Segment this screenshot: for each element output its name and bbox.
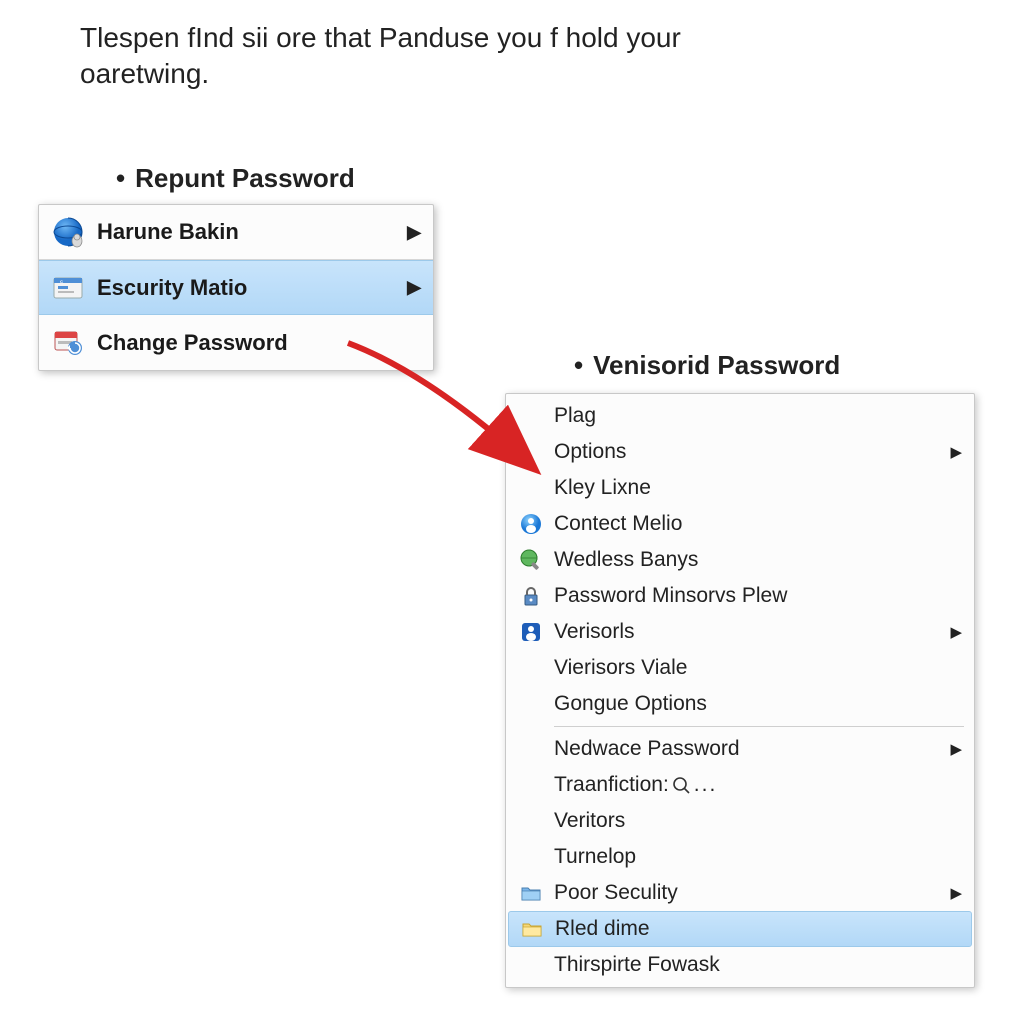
menu2-item-rled-dime[interactable]: Rled dime	[508, 911, 972, 947]
globe-person-icon	[49, 213, 87, 251]
submenu-arrow-icon: ▶	[407, 222, 421, 243]
blank-icon	[516, 401, 546, 431]
submenu-arrow-icon: ▶	[950, 740, 962, 758]
menu2-item-label: Thirspirte Fowask	[554, 953, 720, 977]
menu2-item-wedless-banys[interactable]: Wedless Banys	[508, 542, 972, 578]
menu2-item-label: Veritors	[554, 809, 625, 833]
menu2-item-options[interactable]: Options ▶	[508, 434, 972, 470]
menu2-item-label: Rled dime	[555, 917, 650, 941]
menu2-item-traanfiction[interactable]: Traanfiction: ...	[508, 767, 972, 803]
blank-icon	[516, 734, 546, 764]
menu2-item-label: Vierisors Viale	[554, 656, 687, 680]
menu2-item-label: Plag	[554, 404, 596, 428]
submenu-arrow-icon: ▶	[950, 443, 962, 461]
menu-repunt-password: Harune Bakin ▶ C Escurity Matio ▶	[38, 204, 434, 371]
blank-icon	[516, 806, 546, 836]
menu1-item-label: Harune Bakin	[97, 219, 239, 245]
menu1-item-change-password[interactable]: Change Password	[39, 315, 433, 370]
blank-icon	[516, 842, 546, 872]
menu2-item-label: Wedless Banys	[554, 548, 698, 572]
blank-icon	[516, 770, 546, 800]
menu2-item-password-minsorvs-plew[interactable]: Password Minsorvs Plew	[508, 578, 972, 614]
blank-icon	[516, 950, 546, 980]
menu2-item-label: Verisorls	[554, 620, 635, 644]
menu-venisorid-password: Plag Options ▶ Kley Lixne Contect Melio	[505, 393, 975, 988]
folder-blue-icon	[516, 878, 546, 908]
change-password-icon	[49, 324, 87, 362]
lock-icon	[516, 581, 546, 611]
menu1-item-label: Escurity Matio	[97, 275, 247, 301]
menu1-item-label: Change Password	[97, 330, 288, 356]
blank-icon	[516, 473, 546, 503]
security-card-icon: C	[49, 269, 87, 307]
menu2-item-label: Contect Melio	[554, 512, 682, 536]
menu1-item-escurity-matio[interactable]: C Escurity Matio ▶	[39, 260, 433, 315]
info-person-icon	[516, 509, 546, 539]
blank-icon	[516, 653, 546, 683]
menu1-item-harune-bakin[interactable]: Harune Bakin ▶	[39, 205, 433, 260]
menu2-item-nedwace-password[interactable]: Nedwace Password ▶	[508, 731, 972, 767]
heading-text: Tlespen fInd sii ore that Panduse you f …	[80, 20, 800, 93]
menu2-item-label: Nedwace Password	[554, 737, 740, 761]
menu2-item-contect-melio[interactable]: Contect Melio	[508, 506, 972, 542]
menu2-item-turnelop[interactable]: Turnelop	[508, 839, 972, 875]
menu2-item-gongue-options[interactable]: Gongue Options	[508, 686, 972, 722]
search-ellipsis-icon: ...	[672, 773, 718, 797]
menu2-item-label: Turnelop	[554, 845, 636, 869]
menu2-item-thirspirte-fowask[interactable]: Thirspirte Fowask	[508, 947, 972, 983]
folder-yellow-icon	[517, 914, 547, 944]
menu2-item-label: Gongue Options	[554, 692, 707, 716]
globe-wrench-icon	[516, 545, 546, 575]
submenu-arrow-icon: ▶	[407, 277, 421, 298]
blank-icon	[516, 689, 546, 719]
menu2-item-kley-lixne[interactable]: Kley Lixne	[508, 470, 972, 506]
menu2-item-label: Traanfiction:	[554, 773, 669, 797]
menu2-item-label: Poor Seculity	[554, 881, 678, 905]
submenu-arrow-icon: ▶	[950, 884, 962, 902]
menu2-item-verisorls[interactable]: Verisorls ▶	[508, 614, 972, 650]
menu-separator	[554, 726, 964, 727]
menu1-label: Repunt Password	[116, 163, 355, 194]
menu2-label: Venisorid Password	[574, 350, 840, 381]
svg-text:C: C	[60, 279, 63, 284]
menu2-item-label: Options	[554, 440, 626, 464]
menu2-item-vierisors-viale[interactable]: Vierisors Viale	[508, 650, 972, 686]
blank-icon	[516, 437, 546, 467]
menu2-item-veritors[interactable]: Veritors	[508, 803, 972, 839]
submenu-arrow-icon: ▶	[950, 623, 962, 641]
verisorls-icon	[516, 617, 546, 647]
menu2-item-label: Kley Lixne	[554, 476, 651, 500]
menu2-item-poor-seculity[interactable]: Poor Seculity ▶	[508, 875, 972, 911]
menu2-item-label: Password Minsorvs Plew	[554, 584, 787, 608]
menu2-item-plag[interactable]: Plag	[508, 398, 972, 434]
